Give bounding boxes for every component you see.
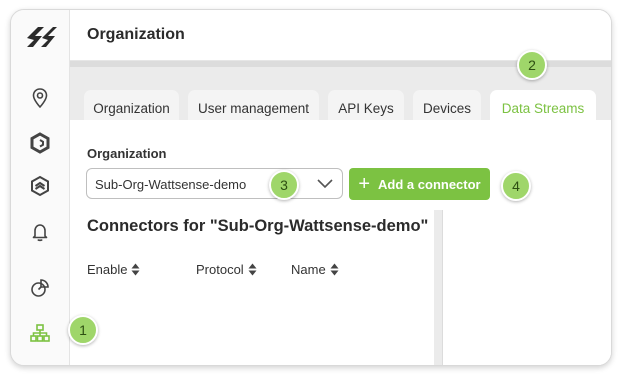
analytics-icon[interactable] xyxy=(29,277,51,299)
data-streams-panel: Organization Sub-Org-Wattsense-demo + Ad… xyxy=(70,120,611,365)
page-title: Organization xyxy=(87,26,185,43)
annotation-marker-4: 4 xyxy=(501,171,531,201)
plus-icon: + xyxy=(358,173,371,195)
bell-icon[interactable] xyxy=(29,221,51,243)
location-pin-icon[interactable] xyxy=(29,87,51,109)
annotation-marker-1: 1 xyxy=(68,315,98,345)
panel-divider xyxy=(434,210,442,365)
sort-icon xyxy=(131,263,140,276)
sort-icon xyxy=(330,263,339,276)
right-panel xyxy=(442,210,611,365)
column-header-label: Enable xyxy=(87,262,128,277)
brand-logo-icon xyxy=(24,24,58,50)
connectors-title: Connectors for "Sub-Org-Wattsense-demo" xyxy=(87,217,429,235)
annotation-marker-2: 2 xyxy=(517,50,547,80)
annotation-marker-3: 3 xyxy=(269,170,299,200)
layers-icon[interactable] xyxy=(29,175,51,197)
organization-label: Organization xyxy=(87,146,167,161)
sort-icon xyxy=(248,263,257,276)
column-header-name[interactable]: Name xyxy=(291,262,339,277)
organization-select-value: Sub-Org-Wattsense-demo xyxy=(95,177,247,192)
chevron-down-icon xyxy=(316,177,334,191)
column-header-label: Name xyxy=(291,262,326,277)
sidebar xyxy=(11,10,70,365)
org-tree-icon[interactable] xyxy=(29,322,51,344)
column-header-enable[interactable]: Enable xyxy=(87,262,140,277)
add-connector-label: Add a connector xyxy=(378,176,481,192)
hexagon-icon[interactable] xyxy=(29,132,51,154)
add-connector-button[interactable]: + Add a connector xyxy=(349,168,490,200)
column-header-label: Protocol xyxy=(196,262,244,277)
organization-select[interactable]: Sub-Org-Wattsense-demo xyxy=(86,168,343,199)
column-header-protocol[interactable]: Protocol xyxy=(196,262,257,277)
